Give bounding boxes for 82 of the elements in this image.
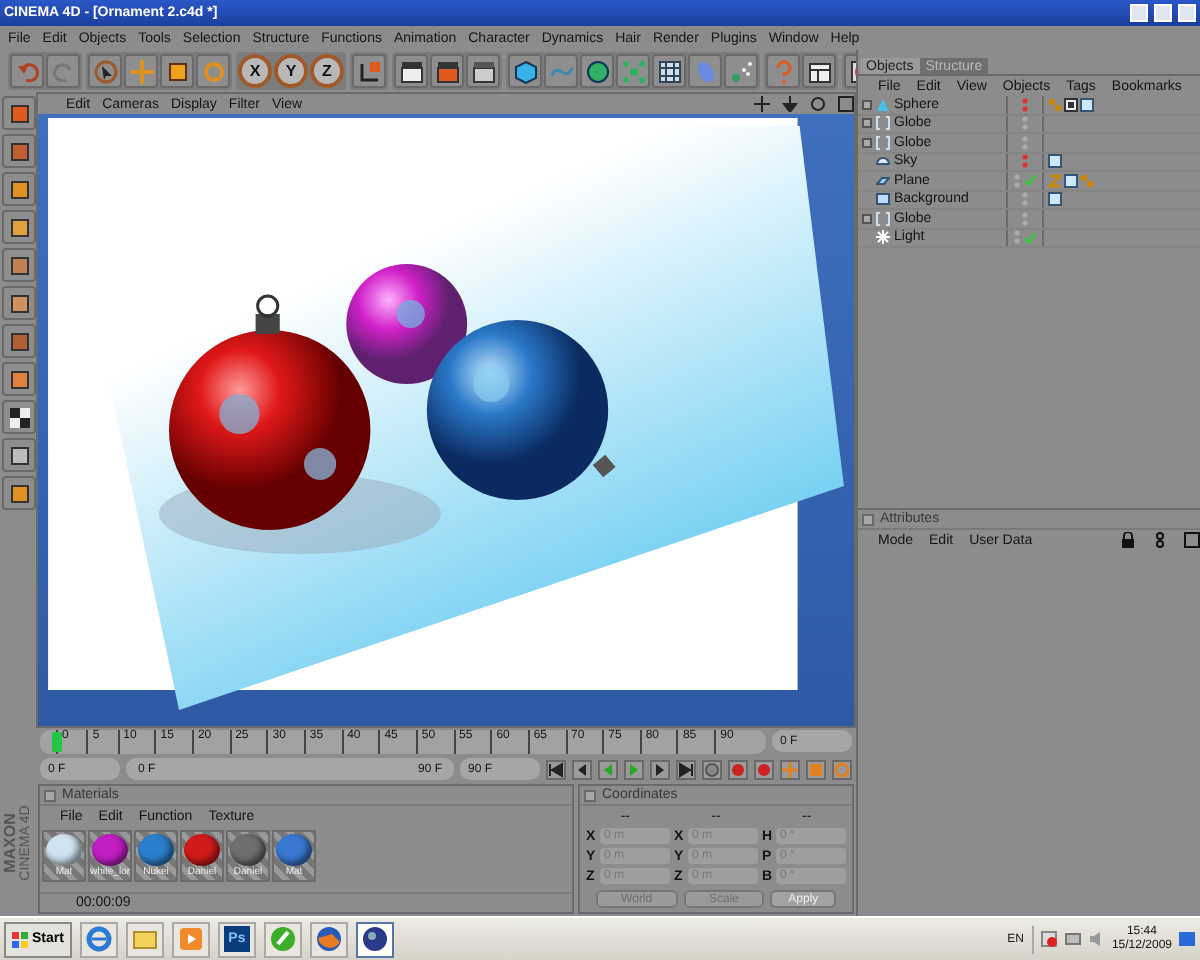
rotate-button[interactable] <box>832 759 852 779</box>
panel-checkbox[interactable] <box>44 789 56 801</box>
axis-lock-button[interactable]: X <box>238 54 272 88</box>
redo-icon <box>51 59 75 83</box>
step-forward-icon <box>652 761 668 777</box>
array-icon <box>621 59 645 83</box>
check-icon[interactable] <box>1024 231 1036 244</box>
undo-icon <box>15 59 39 83</box>
sphere-object-icon <box>876 97 890 112</box>
side-tool-button[interactable] <box>2 400 36 434</box>
particles-button[interactable] <box>724 54 758 88</box>
lock-icon[interactable] <box>1120 532 1136 548</box>
sphere-button[interactable] <box>580 54 614 88</box>
rotate-button[interactable] <box>196 54 230 88</box>
side-tool-button[interactable] <box>2 438 36 472</box>
panel-checkbox[interactable] <box>862 513 874 525</box>
visibility-dots-icon[interactable] <box>1022 97 1028 112</box>
material-tag-icon[interactable] <box>1080 97 1094 112</box>
cube-icon <box>513 59 537 83</box>
skip-end-button[interactable] <box>676 759 696 779</box>
move-icon <box>782 761 798 777</box>
step-forward-button[interactable] <box>650 759 670 779</box>
sphere-icon <box>361 926 388 952</box>
null-object-icon <box>876 135 890 150</box>
expand-toggle[interactable] <box>862 137 872 148</box>
move-button[interactable] <box>780 759 800 779</box>
check-icon[interactable] <box>1024 174 1036 187</box>
grid-button[interactable] <box>652 54 686 88</box>
play-icon <box>177 926 204 952</box>
null-object-icon <box>876 211 890 226</box>
folder-icon <box>131 926 158 952</box>
speaker-icon[interactable] <box>1087 930 1106 948</box>
axis-lock-button[interactable]: Z <box>310 54 344 88</box>
skip-end-icon <box>678 761 694 777</box>
move-icon <box>129 59 153 83</box>
panel-checkbox[interactable] <box>584 789 596 801</box>
select-icon <box>93 59 117 83</box>
windows-logo-icon <box>12 931 28 947</box>
scale-icon <box>808 761 824 777</box>
axis-lock-button[interactable]: Y <box>274 54 308 88</box>
playhead-handle[interactable] <box>52 732 62 752</box>
grid-tag-icon[interactable] <box>1064 97 1078 112</box>
move-icon[interactable] <box>754 96 770 112</box>
scale-icon <box>165 59 189 83</box>
skip-start-button[interactable] <box>546 759 566 779</box>
link-icon[interactable] <box>1152 532 1168 548</box>
expand-toggle[interactable] <box>862 213 872 224</box>
plane-object-icon <box>876 173 890 188</box>
rotate-icon <box>834 761 850 777</box>
taskbar-app-button[interactable] <box>355 921 394 957</box>
rotate-icon <box>201 59 225 83</box>
skip-start-icon <box>548 761 564 777</box>
maximize-icon[interactable] <box>838 96 854 112</box>
help-icon <box>771 59 795 83</box>
sphere-icon <box>585 59 609 83</box>
checker-icon <box>7 405 31 429</box>
range-slider-bar[interactable] <box>126 758 454 780</box>
down-arrow-icon[interactable] <box>782 96 798 112</box>
maximize-icon[interactable] <box>1184 532 1200 548</box>
cube-button[interactable] <box>508 54 542 88</box>
visibility-dots-icon[interactable] <box>1022 154 1028 169</box>
play-back-icon <box>600 761 616 777</box>
select-button[interactable] <box>88 54 122 88</box>
undo-button[interactable] <box>10 54 44 88</box>
move-button[interactable] <box>124 54 158 88</box>
expand-toggle[interactable] <box>862 99 872 110</box>
taskbar-app-button[interactable] <box>309 921 348 957</box>
rotate-icon[interactable] <box>810 96 826 112</box>
particles-icon <box>729 59 753 83</box>
null-object-icon <box>876 116 890 131</box>
scale-button[interactable] <box>160 54 194 88</box>
step-back-icon <box>574 761 590 777</box>
light-object-icon <box>876 230 890 245</box>
coordinate-system-icon <box>357 59 381 83</box>
capsule-icon <box>693 59 717 83</box>
step-back-button[interactable] <box>572 759 592 779</box>
side-tool-button[interactable] <box>2 210 36 244</box>
layout-button[interactable] <box>802 54 836 88</box>
expand-toggle[interactable] <box>862 118 872 129</box>
play-icon <box>626 761 642 777</box>
sky-object-icon <box>876 154 890 169</box>
background-object-icon <box>876 192 890 207</box>
